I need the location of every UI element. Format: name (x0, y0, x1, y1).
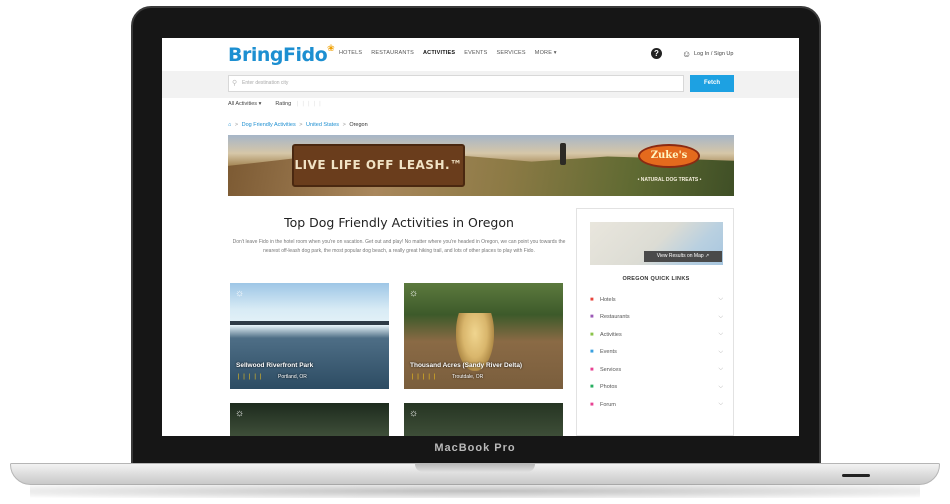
browser-viewport: BringFido❀ HOTELS RESTAURANTS ACTIVITIES… (162, 38, 799, 436)
breadcrumb-item-activities[interactable]: Dog Friendly Activities (242, 122, 296, 128)
chevron-down-icon: ⌵ (718, 348, 723, 355)
chevron-down-icon: ⌵ (718, 313, 723, 320)
card-title: Thousand Acres (Sandy River Delta) (410, 362, 523, 369)
banner-hiker (560, 143, 566, 165)
rating-filter[interactable]: Rating ❘❘❘❘❘ (275, 101, 323, 107)
activity-icon: ■ (590, 331, 594, 338)
intro-text: Don't leave Fido in the hotel room when … (232, 239, 566, 254)
banner-slogan: LIVE LIFE OFF LEASH.™ (292, 144, 465, 187)
event-icon: ■ (590, 349, 594, 356)
activity-card-3[interactable]: ☼ (230, 403, 389, 436)
nav-hotels[interactable]: HOTELS (339, 50, 362, 56)
chevron-down-icon: ⌵ (718, 366, 723, 373)
sun-icon: ☼ (235, 288, 245, 299)
fetch-button[interactable]: Fetch (690, 75, 734, 92)
activity-card-thousand-acres[interactable]: ☼ Thousand Acres (Sandy River Delta) ❘❘❘… (404, 283, 563, 389)
sun-icon: ☼ (409, 408, 419, 419)
quick-link-label: Hotels (600, 296, 616, 303)
nav-more[interactable]: MORE ▾ (535, 50, 557, 56)
home-icon[interactable]: ⌂ (228, 122, 231, 128)
quick-links-sidebar: View Results on Map ↗ OREGON QUICK LINKS… (576, 208, 734, 436)
quick-link-services[interactable]: ■ Services ⌵ (590, 361, 723, 379)
breadcrumb-separator: > (299, 122, 303, 128)
view-on-map-button[interactable]: View Results on Map ↗ (644, 251, 722, 262)
nav-activities[interactable]: ACTIVITIES (423, 50, 455, 56)
rating-stars-icon: ❘❘❘❘❘ (295, 101, 324, 107)
breadcrumb-separator: > (342, 122, 346, 128)
laptop-side-mark (842, 474, 870, 477)
login-signup-link[interactable]: Log In / Sign Up (694, 51, 733, 57)
service-icon: ■ (590, 366, 594, 373)
chevron-down-icon: ⌵ (718, 296, 723, 303)
breadcrumb-item-united-states[interactable]: United States (306, 122, 339, 128)
photo-icon: ■ (590, 384, 594, 391)
results-map[interactable]: View Results on Map ↗ (590, 222, 723, 265)
activity-card-4[interactable]: ☼ (404, 403, 563, 436)
hotel-icon: ■ (590, 296, 594, 303)
quick-link-forum[interactable]: ■ Forum ⌵ (590, 396, 723, 414)
breadcrumb-current: Oregon (349, 122, 368, 128)
quick-link-restaurants[interactable]: ■ Restaurants ⌵ (590, 309, 723, 327)
filter-row: All Activities ▾ Rating ❘❘❘❘❘ (228, 101, 323, 107)
bridge-graphic (230, 321, 389, 325)
quick-link-label: Restaurants (600, 314, 630, 321)
quick-link-photos[interactable]: ■ Photos ⌵ (590, 379, 723, 397)
top-navigation: BringFido❀ HOTELS RESTAURANTS ACTIVITIES… (162, 38, 799, 72)
help-icon[interactable]: ? (651, 48, 662, 59)
rating-icon: ❘❘❘❘❘ (236, 374, 264, 380)
quick-link-activities[interactable]: ■ Activities ⌵ (590, 326, 723, 344)
search-icon: ⚲ (232, 80, 238, 87)
banner-brand-logo: Zuke's (638, 144, 700, 168)
rating-filter-label: Rating (275, 101, 292, 107)
banner-tagline: • NATURAL DOG TREATS • (637, 177, 702, 183)
quick-links-list: ■ Hotels ⌵ ■ Restaurants ⌵ ■ Activities ⌵ ■ Eve… (590, 291, 723, 414)
quick-link-label: Forum (600, 401, 616, 408)
sun-icon: ☼ (409, 288, 419, 299)
main-menu: HOTELS RESTAURANTS ACTIVITIES EVENTS SER… (339, 50, 557, 56)
bringfido-logo[interactable]: BringFido❀ (228, 44, 335, 66)
nav-restaurants[interactable]: RESTAURANTS (371, 50, 414, 56)
search-bar: Enter destination city ⚲ Fetch (162, 71, 799, 98)
chevron-down-icon: ⌵ (718, 383, 723, 390)
quick-link-hotels[interactable]: ■ Hotels ⌵ (590, 291, 723, 309)
user-icon[interactable]: ☺ (682, 49, 691, 59)
laptop-model-label: MacBook Pro (434, 442, 516, 454)
quick-link-label: Services (600, 366, 622, 373)
quick-link-label: Events (600, 349, 617, 356)
restaurant-icon: ■ (590, 314, 594, 321)
quick-link-label: Photos (600, 384, 618, 391)
nav-services[interactable]: SERVICES (496, 50, 525, 56)
quick-link-events[interactable]: ■ Events ⌵ (590, 344, 723, 362)
paw-icon: ❀ (327, 44, 335, 54)
card-title: Sellwood Riverfront Park (236, 362, 314, 369)
chevron-down-icon: ⌵ (718, 401, 723, 408)
page-title: Top Dog Friendly Activities in Oregon (284, 215, 514, 230)
activity-card-sellwood[interactable]: ☼ Sellwood Riverfront Park ❘❘❘❘❘ Portlan… (230, 283, 389, 389)
card-location: Troutdale, OR (452, 374, 484, 380)
quick-links-title: OREGON QUICK LINKS (622, 276, 690, 282)
breadcrumb-separator: > (234, 122, 239, 128)
quick-link-label: Activities (600, 331, 622, 338)
card-location: Portland, OR (278, 374, 307, 380)
forum-icon: ■ (590, 401, 594, 408)
activities-filter[interactable]: All Activities ▾ (228, 101, 261, 107)
rating-icon: ❘❘❘❘❘ (410, 374, 438, 380)
ad-banner[interactable]: LIVE LIFE OFF LEASH.™ Zuke's • NATURAL D… (228, 135, 734, 196)
logo-text: BringFido (228, 44, 328, 66)
nav-events[interactable]: EVENTS (464, 50, 487, 56)
laptop-shadow (30, 484, 920, 498)
laptop-notch (415, 464, 535, 472)
sun-icon: ☼ (235, 408, 245, 419)
chevron-down-icon: ⌵ (718, 331, 723, 338)
breadcrumb: ⌂ > Dog Friendly Activities > United Sta… (228, 122, 368, 128)
search-input[interactable]: Enter destination city (228, 75, 684, 92)
